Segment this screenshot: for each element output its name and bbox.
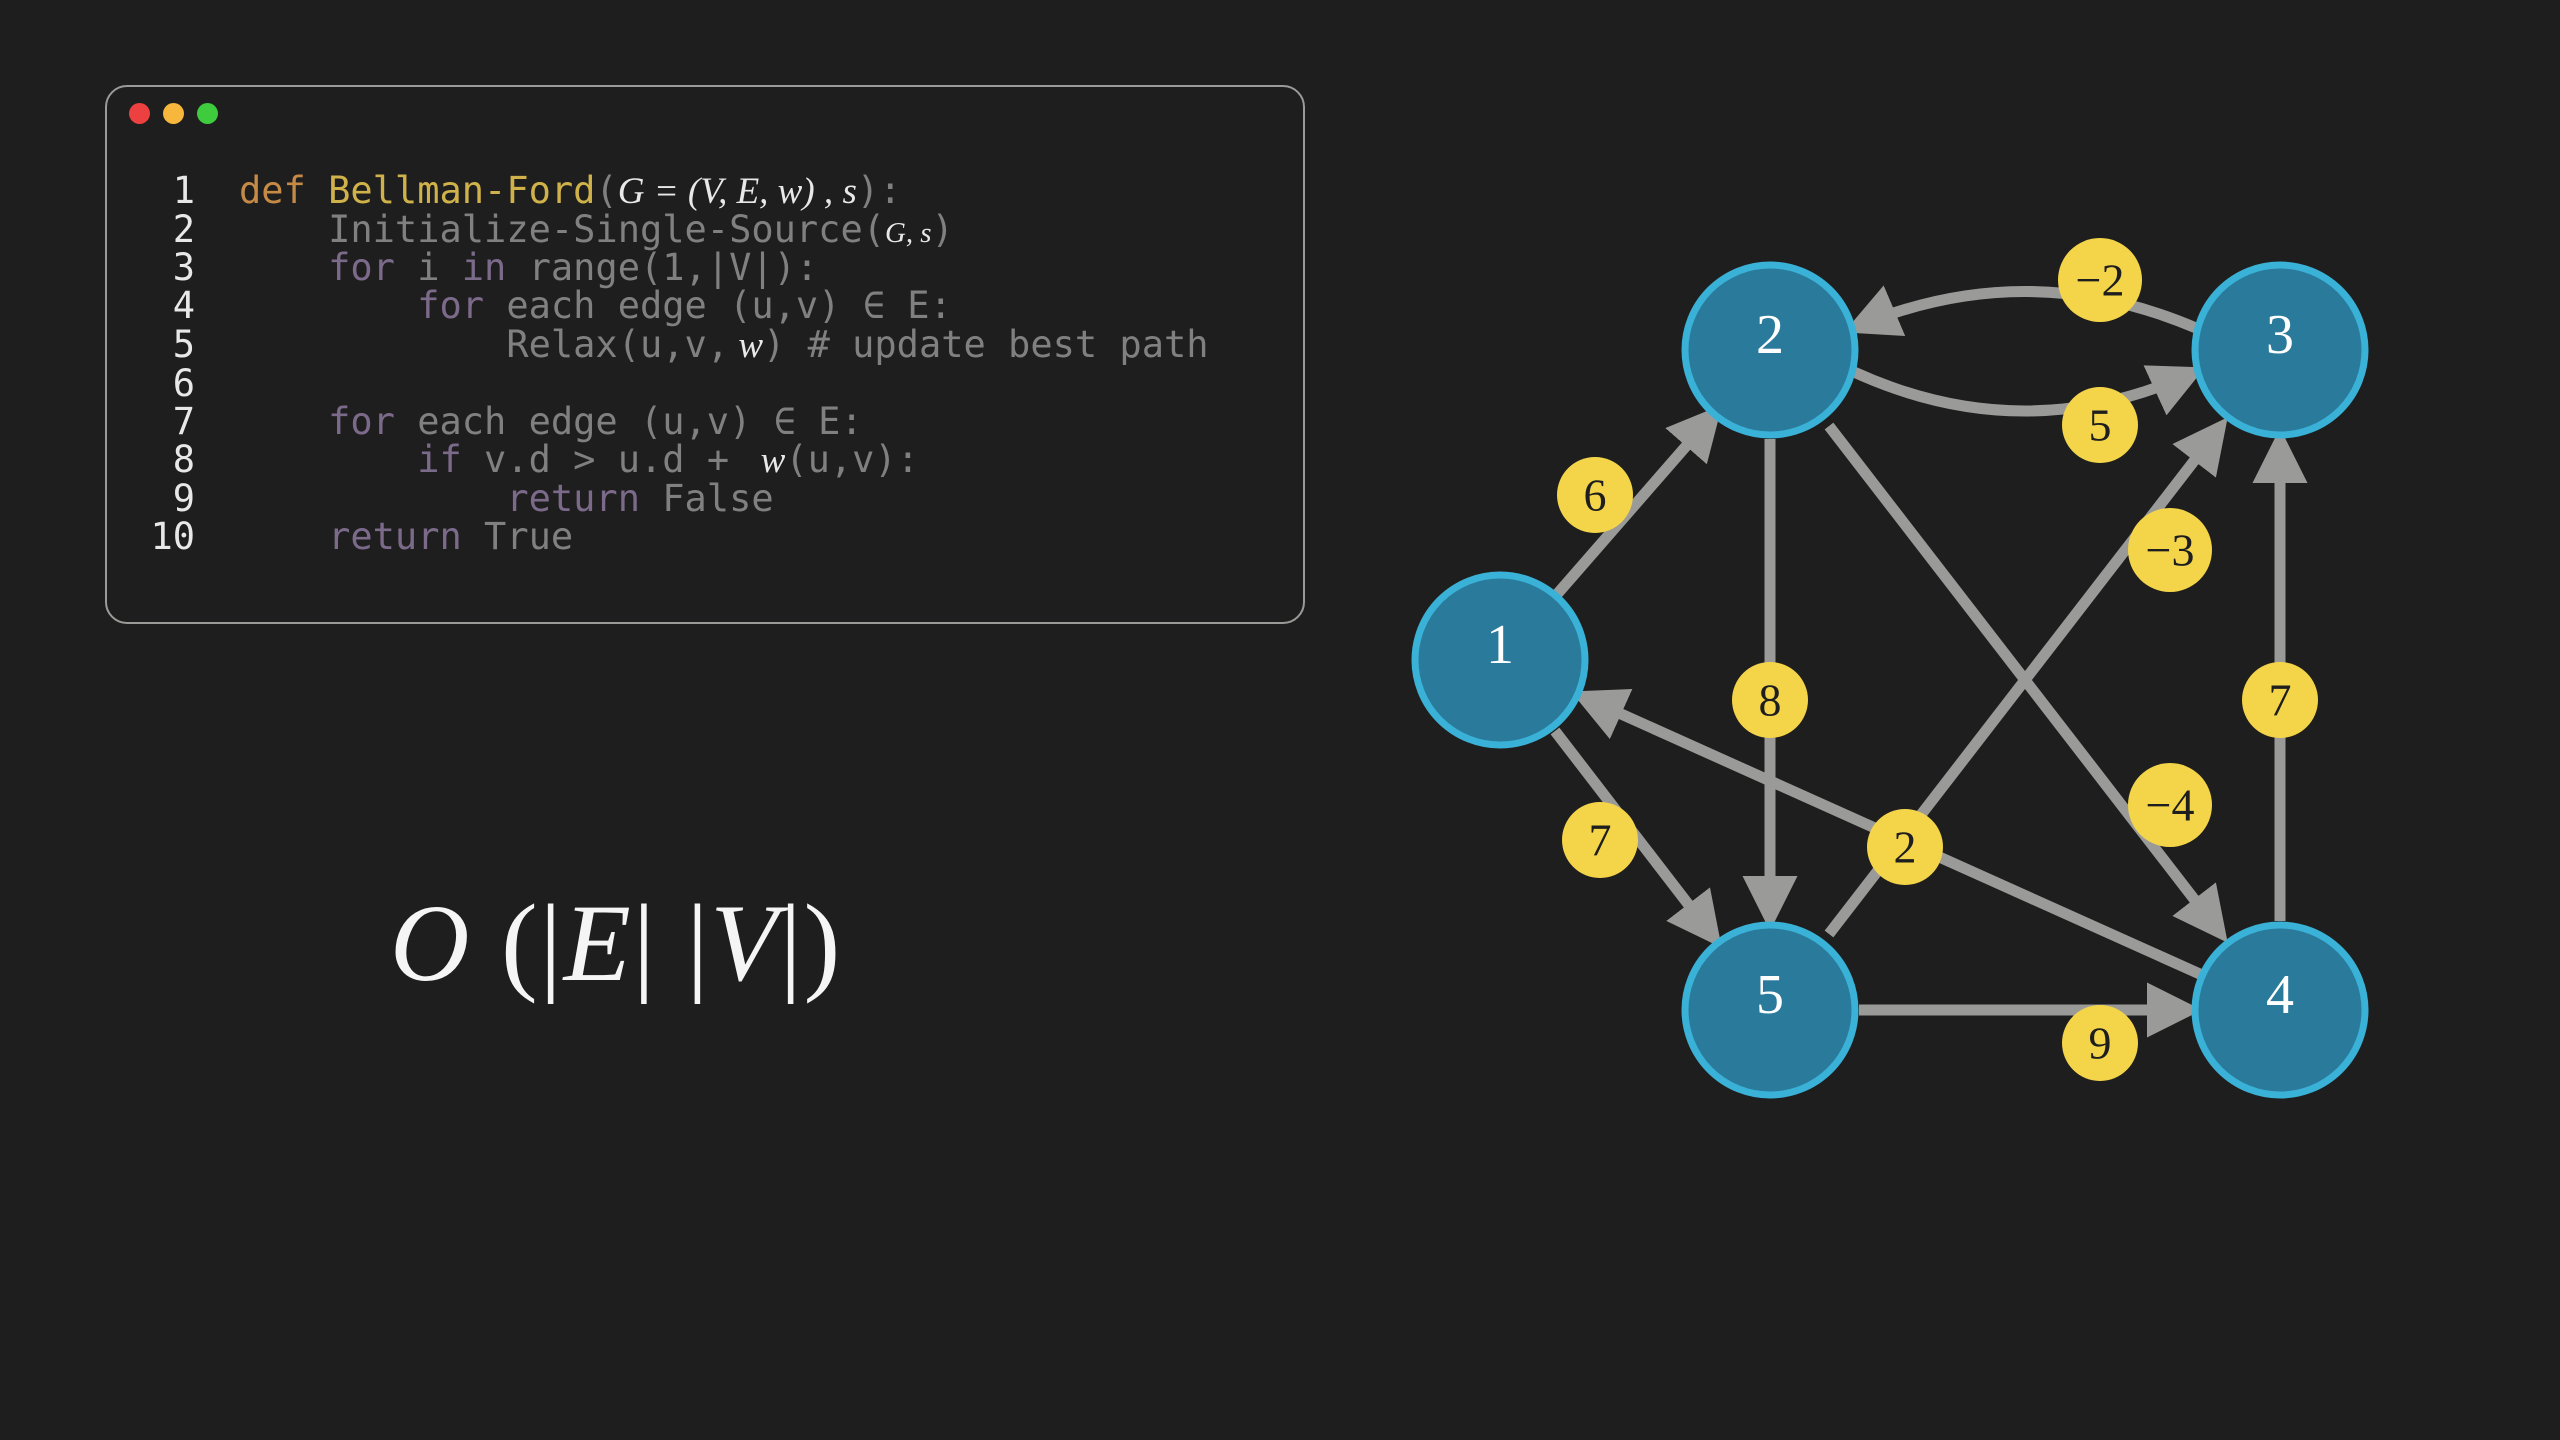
- node-label: 4: [2266, 964, 2294, 1026]
- node-3: 3: [2195, 265, 2365, 435]
- node-1: 1: [1415, 575, 1585, 745]
- math-w: w: [751, 440, 785, 481]
- keyword-return: return: [506, 477, 640, 520]
- maximize-icon[interactable]: [197, 103, 218, 124]
- weight-5-3: −3: [2128, 508, 2212, 592]
- math-eq: = (: [644, 171, 700, 212]
- weight-2-3: 5: [2062, 387, 2138, 463]
- math-args: G, s: [885, 217, 932, 249]
- paren: ): [932, 208, 954, 251]
- line-number: 3: [135, 249, 195, 287]
- keyword-if: if: [417, 438, 462, 481]
- bar: |: [540, 882, 564, 1004]
- line-number: 5: [135, 326, 195, 364]
- weight-3-2: −2: [2058, 238, 2142, 322]
- weight-label: 7: [1589, 815, 1612, 866]
- for-edge: each edge (u,v) ∈ E:: [395, 400, 863, 443]
- line-number: 9: [135, 480, 195, 518]
- node-label: 1: [1486, 614, 1514, 676]
- call-init: Initialize-Single-Source(: [328, 208, 885, 251]
- paren: ): [763, 323, 785, 366]
- bar: | |: [633, 882, 711, 1004]
- weight-2-5: 8: [1732, 662, 1808, 738]
- weight-label: 8: [1759, 675, 1782, 726]
- weight-label: 5: [2089, 400, 2112, 451]
- bar: |: [780, 882, 804, 1004]
- cond: (u,v):: [785, 438, 919, 481]
- node-label: 3: [2266, 304, 2294, 366]
- keyword-return: return: [328, 515, 462, 558]
- math-G: G: [618, 171, 645, 212]
- keyword-for: for: [417, 284, 484, 327]
- line-number: 7: [135, 403, 195, 441]
- val-false: False: [640, 477, 774, 520]
- weight-label: −2: [2076, 255, 2125, 306]
- set-V: V: [710, 882, 779, 1004]
- fn-range: range: [506, 246, 640, 289]
- set-E: E: [564, 882, 633, 1004]
- close-icon[interactable]: [129, 103, 150, 124]
- weight-label: 7: [2269, 675, 2292, 726]
- weight-5-4: 9: [2062, 1005, 2138, 1081]
- var-i: i: [395, 246, 462, 289]
- weight-label: −4: [2146, 780, 2195, 831]
- minimize-icon[interactable]: [163, 103, 184, 124]
- keyword-for: for: [328, 400, 395, 443]
- call-relax: Relax(u,v,: [506, 323, 729, 366]
- node-label: 2: [1756, 304, 1784, 366]
- line-number: 4: [135, 287, 195, 325]
- weight-4-3: 7: [2242, 662, 2318, 738]
- paren-open: (: [501, 882, 540, 1004]
- node-2: 2: [1685, 265, 1855, 435]
- weight-2-4: −4: [2128, 763, 2212, 847]
- for-edge: each edge (u,v) ∈ E:: [484, 284, 952, 327]
- complexity-expression: O (|E| |V|): [390, 880, 842, 1007]
- weight-label: −3: [2146, 525, 2195, 576]
- window-controls: [129, 103, 1275, 124]
- paren-close: ):: [857, 169, 902, 212]
- weight-label: 9: [2089, 1018, 2112, 1069]
- math-close: ) ,: [802, 171, 842, 212]
- keyword-def: def: [239, 169, 328, 212]
- paren-close: ): [804, 882, 843, 1004]
- weight-1-2: 6: [1557, 457, 1633, 533]
- line-number: 8: [135, 441, 195, 479]
- range-args: (1,|V|):: [640, 246, 818, 289]
- big-O: O: [390, 882, 501, 1004]
- node-label: 5: [1756, 964, 1784, 1026]
- math-s: s: [842, 171, 856, 212]
- weight-4-1: 2: [1867, 809, 1943, 885]
- math-w: w: [729, 325, 763, 366]
- line-number: 10: [135, 518, 195, 556]
- weight-label: 2: [1894, 822, 1917, 873]
- code-window: 1def Bellman-Ford(G = (V, E, w) , s): 2 …: [105, 85, 1305, 624]
- node-5: 5: [1685, 925, 1855, 1095]
- math-VEw: V, E, w: [700, 171, 802, 212]
- graph-diagram: 1 2 3 4 5 6 7 5 −4 8 −2 7: [1380, 220, 2480, 1170]
- line-number: 1: [135, 172, 195, 210]
- function-name: Bellman-Ford: [328, 169, 595, 212]
- node-4: 4: [2195, 925, 2365, 1095]
- edge-3-2: [1854, 292, 2196, 329]
- cond: v.d > u.d +: [462, 438, 752, 481]
- keyword-for: for: [328, 246, 395, 289]
- line-number: 6: [135, 365, 195, 403]
- weight-1-5: 7: [1562, 802, 1638, 878]
- paren: (: [595, 169, 617, 212]
- keyword-in: in: [462, 246, 507, 289]
- val-true: True: [462, 515, 573, 558]
- code-block: 1def Bellman-Ford(G = (V, E, w) , s): 2 …: [135, 134, 1275, 594]
- line-number: 2: [135, 211, 195, 249]
- comment: # update best path: [785, 323, 1208, 366]
- weight-label: 6: [1584, 470, 1607, 521]
- edge-2-3: [1854, 372, 2195, 411]
